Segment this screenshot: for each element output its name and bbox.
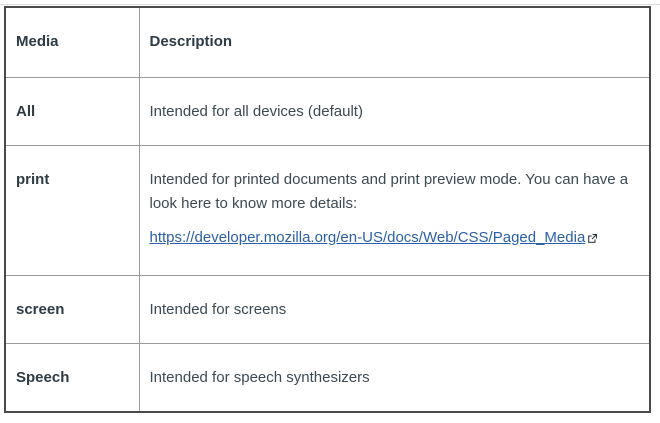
table-row: print Intended for printed documents and… xyxy=(4,144,651,276)
description-text: Intended for printed documents and print… xyxy=(149,170,629,212)
top-divider xyxy=(0,4,660,5)
header-media: Media xyxy=(4,6,140,78)
link-line: https://developer.mozilla.org/en-US/docs… xyxy=(150,226,640,250)
description-cell: Intended for printed documents and print… xyxy=(138,144,651,276)
description-cell: Intended for speech synthesizers xyxy=(138,342,651,413)
media-cell: Speech xyxy=(4,342,140,413)
media-cell: All xyxy=(4,76,140,146)
media-cell: screen xyxy=(4,274,140,344)
table-row: Speech Intended for speech synthesizers xyxy=(4,342,651,413)
description-cell: Intended for all devices (default) xyxy=(138,76,651,146)
table-header-row: Media Description xyxy=(4,6,651,78)
description-cell: Intended for screens xyxy=(138,274,651,344)
table-row: All Intended for all devices (default) xyxy=(4,76,651,146)
paged-media-link[interactable]: https://developer.mozilla.org/en-US/docs… xyxy=(150,229,586,246)
table-row: screen Intended for screens xyxy=(4,274,651,344)
header-description: Description xyxy=(138,6,651,78)
media-types-table: Media Description All Intended for all d… xyxy=(4,6,651,413)
media-cell: print xyxy=(4,144,140,276)
external-link-icon[interactable] xyxy=(588,233,598,243)
